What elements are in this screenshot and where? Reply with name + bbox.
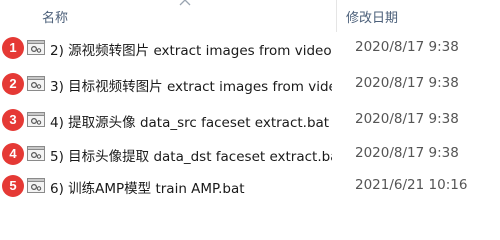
column-divider[interactable] <box>336 0 337 32</box>
batch-file-icon <box>27 112 45 127</box>
file-date-modified: 2021/6/21 10:16 <box>355 177 468 193</box>
step-number-badge: 4 <box>2 143 24 165</box>
batch-file-icon <box>27 76 45 91</box>
file-row[interactable]: 5 6) 训练AMP模型 train AMP.bat 2021/6/21 10:… <box>0 170 500 202</box>
file-name: 6) 训练AMP模型 train AMP.bat <box>50 181 245 197</box>
file-date-modified: 2020/8/17 9:38 <box>355 75 459 91</box>
step-number-badge: 5 <box>2 175 24 197</box>
file-row[interactable]: 1 2) 源视频转图片 extract images from video d.… <box>0 32 500 64</box>
batch-file-icon <box>27 40 45 55</box>
file-explorer-list: 名称 修改日期 1 2) 源视频转图片 extract images from … <box>0 0 500 208</box>
column-header-name[interactable]: 名称 <box>42 7 68 26</box>
step-number-badge: 1 <box>2 37 24 59</box>
file-date-modified: 2020/8/17 9:38 <box>355 39 459 55</box>
column-header-row: 名称 修改日期 <box>0 0 500 32</box>
column-header-date-modified[interactable]: 修改日期 <box>346 7 398 26</box>
file-date-modified: 2020/8/17 9:38 <box>355 145 459 161</box>
step-number-badge: 2 <box>2 73 24 95</box>
file-name: 3) 目标视频转图片 extract images from video... <box>50 79 332 95</box>
step-number-badge: 3 <box>2 109 24 131</box>
batch-file-icon <box>27 178 45 193</box>
file-row[interactable]: 3 4) 提取源头像 data_src faceset extract.bat … <box>0 104 500 136</box>
chevron-up-icon <box>179 0 191 6</box>
file-row[interactable]: 2 3) 目标视频转图片 extract images from video..… <box>0 68 500 100</box>
file-date-modified: 2020/8/17 9:38 <box>355 111 459 127</box>
file-name: 2) 源视频转图片 extract images from video d... <box>50 43 332 59</box>
file-row[interactable]: 4 5) 目标头像提取 data_dst faceset extract.bat… <box>0 138 500 170</box>
batch-file-icon <box>27 146 45 161</box>
file-name: 5) 目标头像提取 data_dst faceset extract.bat <box>50 149 332 165</box>
file-name: 4) 提取源头像 data_src faceset extract.bat <box>50 115 330 131</box>
